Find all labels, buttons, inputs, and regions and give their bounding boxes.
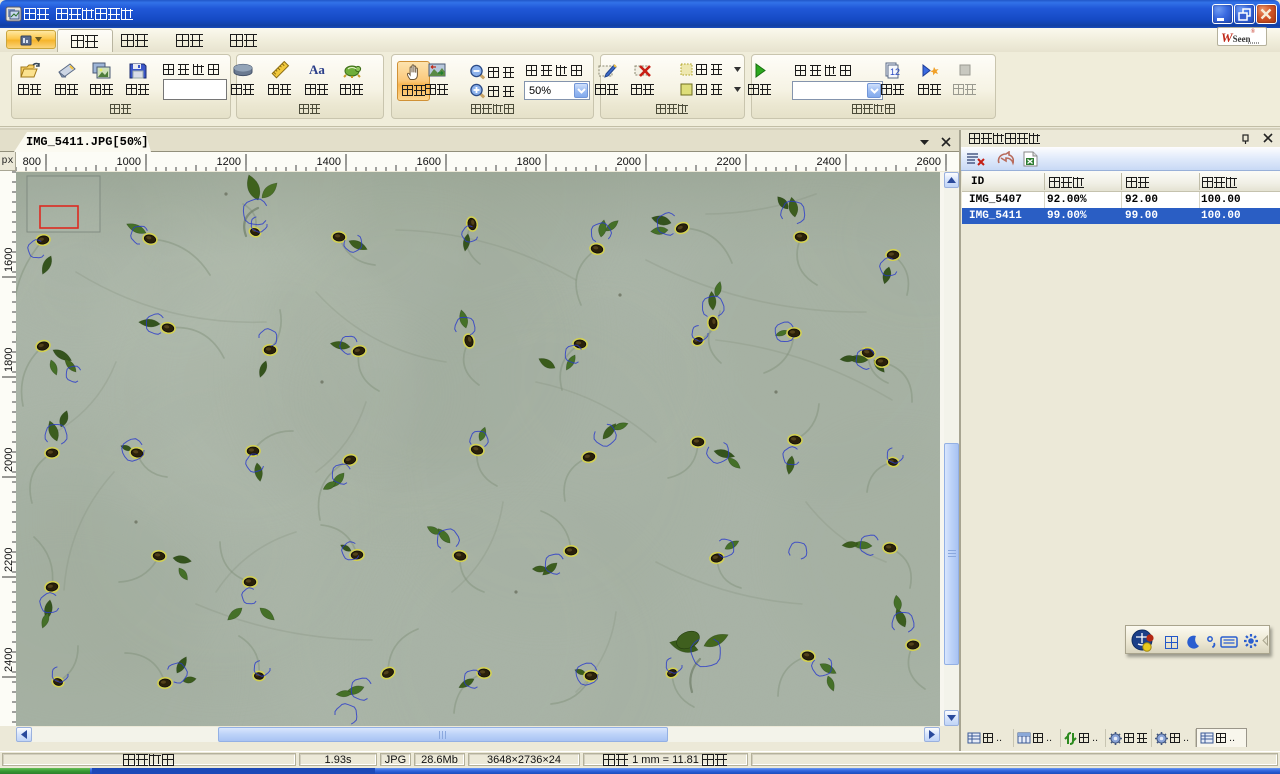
svg-text:2200: 2200 [717, 156, 741, 168]
svg-text:2400: 2400 [3, 648, 15, 672]
svg-text:2000: 2000 [3, 448, 15, 472]
svg-text:1200: 1200 [217, 156, 241, 168]
svg-text:2600: 2600 [917, 156, 941, 168]
svg-text:12: 12 [890, 67, 900, 77]
svg-text:2400: 2400 [817, 156, 841, 168]
svg-text:1600: 1600 [417, 156, 441, 168]
svg-text:2000: 2000 [617, 156, 641, 168]
svg-text:800: 800 [23, 156, 41, 168]
svg-text:2200: 2200 [3, 548, 15, 572]
svg-text:1000: 1000 [117, 156, 141, 168]
svg-text:1400: 1400 [317, 156, 341, 168]
svg-text:1800: 1800 [517, 156, 541, 168]
svg-text:1600: 1600 [3, 248, 15, 272]
svg-text:1800: 1800 [3, 348, 15, 372]
